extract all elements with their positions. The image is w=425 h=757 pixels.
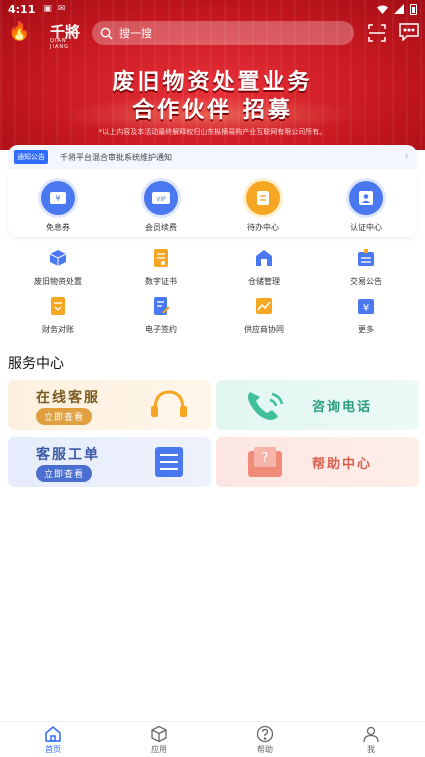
- service-name: 客服工单: [36, 447, 100, 463]
- tab-label: 帮助: [257, 745, 273, 754]
- grid-item-label: 仓储管理: [248, 277, 280, 286]
- quick-action-vip[interactable]: VIP 会员续费: [126, 181, 196, 233]
- phone-icon: [248, 392, 284, 420]
- chart-icon: [256, 298, 272, 314]
- svg-text:¥: ¥: [363, 303, 369, 314]
- tab-label: 首页: [45, 745, 61, 754]
- quick-actions-card: ¥ 免息券 VIP 会员续费 待办中心 认证中心: [8, 169, 417, 237]
- e-sign-icon: [154, 297, 170, 315]
- quick-action-label: 免息券: [46, 223, 70, 232]
- grid-item-finance[interactable]: 财务对账: [18, 296, 98, 335]
- grid-item-label: 更多: [358, 325, 374, 334]
- status-time: 4:11: [8, 2, 36, 16]
- grid-item-warehouse[interactable]: 仓储管理: [224, 248, 304, 287]
- search-input[interactable]: [119, 26, 319, 40]
- svg-text:VIP: VIP: [156, 196, 166, 203]
- tab-me[interactable]: 我: [341, 725, 401, 755]
- view-now-button[interactable]: 立即查看: [36, 465, 93, 482]
- service-name: 帮助中心: [312, 457, 373, 472]
- notification-icon: ▣: [43, 4, 52, 14]
- top-bar: 🔥 千將 QIAN JIANG: [0, 20, 425, 50]
- grid-item-label: 财务对账: [42, 325, 74, 334]
- service-help-center[interactable]: ? 帮助中心: [216, 437, 419, 487]
- more-icon: ¥: [358, 299, 374, 314]
- tab-label: 应用: [151, 745, 167, 754]
- battery-icon: [410, 3, 417, 15]
- logo-flame-icon: 🔥: [8, 21, 31, 42]
- scan-icon[interactable]: [368, 24, 386, 42]
- quick-action-label: 认证中心: [350, 223, 382, 232]
- grid-item-label: 供应商协同: [244, 325, 284, 334]
- help-icon: [256, 725, 274, 743]
- headset-icon: [151, 390, 187, 417]
- grid-item-e-sign[interactable]: 电子签约: [121, 296, 201, 335]
- grid-item-recycling[interactable]: 废旧物资处置: [18, 248, 98, 287]
- user-icon: [363, 726, 379, 743]
- grid-item-certificate[interactable]: 数字证书: [121, 248, 201, 287]
- mail-icon: ✉: [57, 4, 66, 14]
- service-ticket[interactable]: 客服工单 立即查看: [8, 437, 211, 487]
- grid-item-label: 数字证书: [145, 277, 177, 286]
- service-hotline[interactable]: 咨询电话: [216, 380, 419, 430]
- banner-title-line2: 合作伙伴 招募: [132, 98, 293, 123]
- id-card-icon: [349, 181, 383, 215]
- grid-item-label: 交易公告: [350, 277, 382, 286]
- service-name: 在线客服: [36, 390, 100, 406]
- tab-label: 我: [367, 745, 375, 754]
- banner-note: *以上内容及本活动最终解释权归山东枞横易购产业互联网有限公司所有。: [98, 128, 327, 136]
- grid-item-supplier[interactable]: 供应商协同: [224, 296, 304, 335]
- quick-action-coupon[interactable]: ¥ 免息券: [23, 181, 93, 233]
- message-icon[interactable]: [399, 23, 419, 41]
- section-title: 服务中心: [8, 356, 64, 372]
- notice-text[interactable]: 千将平台混合审批系统维护通知: [60, 152, 172, 163]
- tab-home[interactable]: 首页: [23, 725, 83, 755]
- search-icon: [100, 27, 113, 40]
- service-online-support[interactable]: 在线客服 立即查看: [8, 380, 211, 430]
- grid-item-announcement[interactable]: 交易公告: [326, 248, 406, 287]
- search-bar[interactable]: [92, 21, 354, 45]
- todo-icon: [246, 181, 280, 215]
- grid-item-more[interactable]: ¥ 更多: [326, 296, 406, 335]
- svg-text:?: ?: [262, 451, 269, 466]
- notice-tag: 通知公告: [14, 150, 48, 164]
- certificate-icon: [154, 249, 168, 267]
- status-bar: 4:11 ▣ ✉: [0, 0, 425, 18]
- logo-brand-en: QIAN JIANG: [50, 38, 69, 50]
- signal-icon: [394, 4, 404, 14]
- grid-item-label: 电子签约: [145, 325, 177, 334]
- svg-text:¥: ¥: [55, 194, 60, 203]
- service-name: 咨询电话: [312, 400, 373, 415]
- tab-apps[interactable]: 应用: [129, 725, 189, 755]
- bottom-tab-bar: 首页 应用 帮助 我: [0, 721, 425, 757]
- view-now-button[interactable]: 立即查看: [36, 408, 93, 425]
- chevron-right-icon: ›: [404, 149, 409, 163]
- quick-action-label: 待办中心: [247, 223, 279, 232]
- warehouse-icon: [256, 250, 272, 266]
- coupon-icon: ¥: [41, 181, 75, 215]
- quick-action-todo[interactable]: 待办中心: [228, 181, 298, 233]
- quick-action-auth[interactable]: 认证中心: [331, 181, 401, 233]
- home-icon: [45, 726, 61, 742]
- cube-icon: [151, 725, 167, 743]
- wifi-icon: [377, 5, 388, 14]
- vip-card-icon: VIP: [144, 181, 178, 215]
- grid-item-label: 废旧物资处置: [34, 277, 82, 286]
- notice-bar[interactable]: 通知公告 千将平台混合审批系统维护通知 ›: [8, 145, 417, 169]
- app-logo: 🔥 千將 QIAN JIANG: [6, 20, 86, 50]
- box-icon: [49, 250, 67, 266]
- finance-icon: [51, 297, 65, 315]
- help-book-icon: ?: [248, 447, 282, 477]
- ticket-list-icon: [155, 447, 183, 477]
- announcement-icon: [358, 249, 374, 266]
- quick-action-label: 会员续费: [145, 223, 177, 232]
- tab-help[interactable]: 帮助: [235, 725, 295, 755]
